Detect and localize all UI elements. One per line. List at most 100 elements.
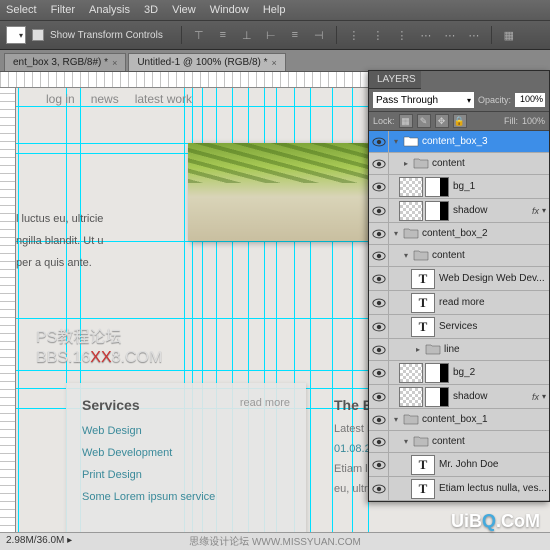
- layer-row[interactable]: T Etiam lectus nulla, ves...: [369, 477, 549, 501]
- layer-mask-thumbnail[interactable]: [425, 201, 449, 221]
- layer-mask-thumbnail[interactable]: [425, 387, 449, 407]
- layer-name[interactable]: content: [432, 158, 549, 169]
- text-layer-icon[interactable]: T: [411, 269, 435, 289]
- visibility-eye-icon[interactable]: [369, 267, 389, 290]
- layer-name[interactable]: Services: [439, 321, 549, 332]
- layer-thumbnail[interactable]: [399, 201, 423, 221]
- transform-checkbox[interactable]: [32, 29, 44, 41]
- layer-mask-thumbnail[interactable]: [425, 177, 449, 197]
- effects-toggle-icon[interactable]: ▾: [542, 206, 546, 215]
- layer-name[interactable]: content_box_3: [422, 136, 549, 147]
- menu-analysis[interactable]: Analysis: [89, 4, 130, 16]
- effects-toggle-icon[interactable]: ▾: [542, 392, 546, 401]
- layer-row[interactable]: shadowfx▾: [369, 199, 549, 223]
- disclosure-triangle-icon[interactable]: ▾: [389, 137, 403, 146]
- nav-news[interactable]: news: [91, 92, 119, 106]
- layer-name[interactable]: Etiam lectus nulla, ves...: [439, 483, 549, 494]
- layer-row[interactable]: T Services: [369, 315, 549, 339]
- layer-name[interactable]: read more: [439, 297, 549, 308]
- lock-transparency-icon[interactable]: ▦: [399, 114, 413, 128]
- visibility-eye-icon[interactable]: [369, 315, 389, 338]
- layer-name[interactable]: bg_1: [453, 181, 549, 192]
- align-right-icon[interactable]: ⊣: [310, 26, 328, 44]
- layer-row[interactable]: T Web Design Web Dev...: [369, 267, 549, 291]
- layer-mask-thumbnail[interactable]: [425, 363, 449, 383]
- service-link[interactable]: Web Design: [82, 425, 290, 437]
- visibility-eye-icon[interactable]: [369, 339, 389, 360]
- close-icon[interactable]: ×: [272, 58, 277, 68]
- layer-name[interactable]: content: [432, 250, 549, 261]
- layer-name[interactable]: line: [444, 344, 549, 355]
- align-vcenter-icon[interactable]: ≡: [214, 26, 232, 44]
- visibility-eye-icon[interactable]: [369, 199, 389, 222]
- disclosure-triangle-icon[interactable]: ▾: [399, 437, 413, 446]
- align-hcenter-icon[interactable]: ≡: [286, 26, 304, 44]
- disclosure-triangle-icon[interactable]: ▾: [389, 415, 403, 424]
- align-top-icon[interactable]: ⊤: [190, 26, 208, 44]
- distribute-1-icon[interactable]: ⋮: [345, 26, 363, 44]
- layer-row[interactable]: ▸ content: [369, 153, 549, 175]
- visibility-eye-icon[interactable]: [369, 175, 389, 198]
- nav-login[interactable]: log in: [46, 92, 75, 106]
- tab-doc2[interactable]: Untitled-1 @ 100% (RGB/8) *×: [128, 53, 285, 71]
- layer-name[interactable]: content_box_2: [422, 228, 549, 239]
- layer-row[interactable]: ▾content: [369, 431, 549, 453]
- layer-name[interactable]: shadow: [453, 205, 532, 216]
- effects-label[interactable]: fx: [532, 206, 539, 216]
- layer-row[interactable]: bg_2: [369, 361, 549, 385]
- layer-row[interactable]: ▾content_box_2: [369, 223, 549, 245]
- distribute-5-icon[interactable]: ⋯: [441, 26, 459, 44]
- layer-row[interactable]: Tread more: [369, 291, 549, 315]
- lock-position-icon[interactable]: ✥: [435, 114, 449, 128]
- visibility-eye-icon[interactable]: [369, 409, 389, 430]
- visibility-eye-icon[interactable]: [369, 245, 389, 266]
- text-layer-icon[interactable]: T: [411, 293, 435, 313]
- ruler-vertical[interactable]: [0, 88, 16, 550]
- layer-row[interactable]: ▾content_box_1: [369, 409, 549, 431]
- layer-row[interactable]: TMr. John Doe: [369, 453, 549, 477]
- lock-all-icon[interactable]: 🔒: [453, 114, 467, 128]
- distribute-4-icon[interactable]: ⋯: [417, 26, 435, 44]
- distribute-2-icon[interactable]: ⋮: [369, 26, 387, 44]
- layer-row[interactable]: ▾ content: [369, 245, 549, 267]
- tab-doc1[interactable]: ent_box 3, RGB/8#) *×: [4, 53, 126, 71]
- align-left-icon[interactable]: ⊢: [262, 26, 280, 44]
- visibility-eye-icon[interactable]: [369, 131, 389, 152]
- visibility-eye-icon[interactable]: [369, 385, 389, 408]
- visibility-eye-icon[interactable]: [369, 361, 389, 384]
- service-link[interactable]: Print Design: [82, 469, 290, 481]
- layer-row[interactable]: bg_1: [369, 175, 549, 199]
- effects-label[interactable]: fx: [532, 392, 539, 402]
- disclosure-triangle-icon[interactable]: ▾: [399, 251, 413, 260]
- visibility-eye-icon[interactable]: [369, 431, 389, 452]
- layer-name[interactable]: Web Design Web Dev...: [439, 273, 549, 284]
- text-layer-icon[interactable]: T: [411, 317, 435, 337]
- disclosure-triangle-icon[interactable]: ▸: [399, 159, 413, 168]
- layer-thumbnail[interactable]: [399, 177, 423, 197]
- layer-row[interactable]: ▸ line: [369, 339, 549, 361]
- visibility-eye-icon[interactable]: [369, 477, 389, 500]
- tool-preset-dropdown[interactable]: ▾: [6, 26, 26, 44]
- distribute-6-icon[interactable]: ⋯: [465, 26, 483, 44]
- text-layer-icon[interactable]: T: [411, 455, 435, 475]
- read-more-link[interactable]: read more: [240, 397, 290, 413]
- disclosure-triangle-icon[interactable]: ▸: [411, 345, 425, 354]
- layer-thumbnail[interactable]: [399, 363, 423, 383]
- layer-name[interactable]: shadow: [453, 391, 532, 402]
- align-bottom-icon[interactable]: ⊥: [238, 26, 256, 44]
- opacity-input[interactable]: 100%: [515, 93, 545, 107]
- nav-latest[interactable]: latest work: [135, 92, 192, 106]
- fill-input[interactable]: 100%: [522, 116, 545, 126]
- menu-window[interactable]: Window: [210, 4, 249, 16]
- blend-mode-select[interactable]: Pass Through: [373, 92, 474, 108]
- service-link[interactable]: Some Lorem ipsum service: [82, 491, 290, 503]
- lock-pixels-icon[interactable]: ✎: [417, 114, 431, 128]
- close-icon[interactable]: ×: [112, 58, 117, 68]
- menu-3d[interactable]: 3D: [144, 4, 158, 16]
- text-layer-icon[interactable]: T: [411, 479, 435, 499]
- visibility-eye-icon[interactable]: [369, 153, 389, 174]
- menu-view[interactable]: View: [172, 4, 196, 16]
- layer-row[interactable]: ▾ content_box_3: [369, 131, 549, 153]
- visibility-eye-icon[interactable]: [369, 453, 389, 476]
- auto-align-icon[interactable]: ▦: [500, 26, 518, 44]
